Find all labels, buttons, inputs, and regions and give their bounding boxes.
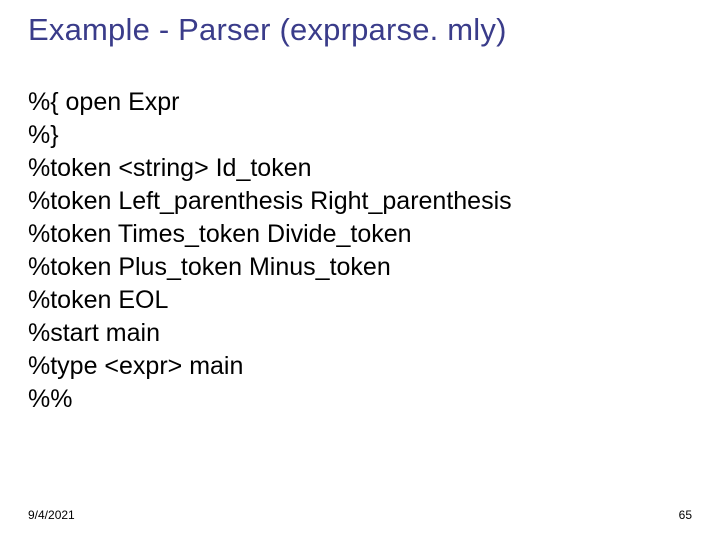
code-line: %} [28, 119, 512, 152]
code-line: %token Left_parenthesis Right_parenthesi… [28, 185, 512, 218]
code-line: %token Plus_token Minus_token [28, 251, 512, 284]
code-line: %token Times_token Divide_token [28, 218, 512, 251]
footer-date: 9/4/2021 [28, 508, 75, 522]
code-line: %{ open Expr [28, 86, 512, 119]
code-line: %token EOL [28, 284, 512, 317]
code-line: %start main [28, 317, 512, 350]
footer-page-number: 65 [679, 508, 692, 522]
code-block: %{ open Expr %} %token <string> Id_token… [28, 86, 512, 416]
slide: Example - Parser (exprparse. mly) %{ ope… [0, 0, 720, 540]
code-line: %token <string> Id_token [28, 152, 512, 185]
code-line: %type <expr> main [28, 350, 512, 383]
code-line: %% [28, 383, 512, 416]
slide-title: Example - Parser (exprparse. mly) [28, 12, 507, 48]
